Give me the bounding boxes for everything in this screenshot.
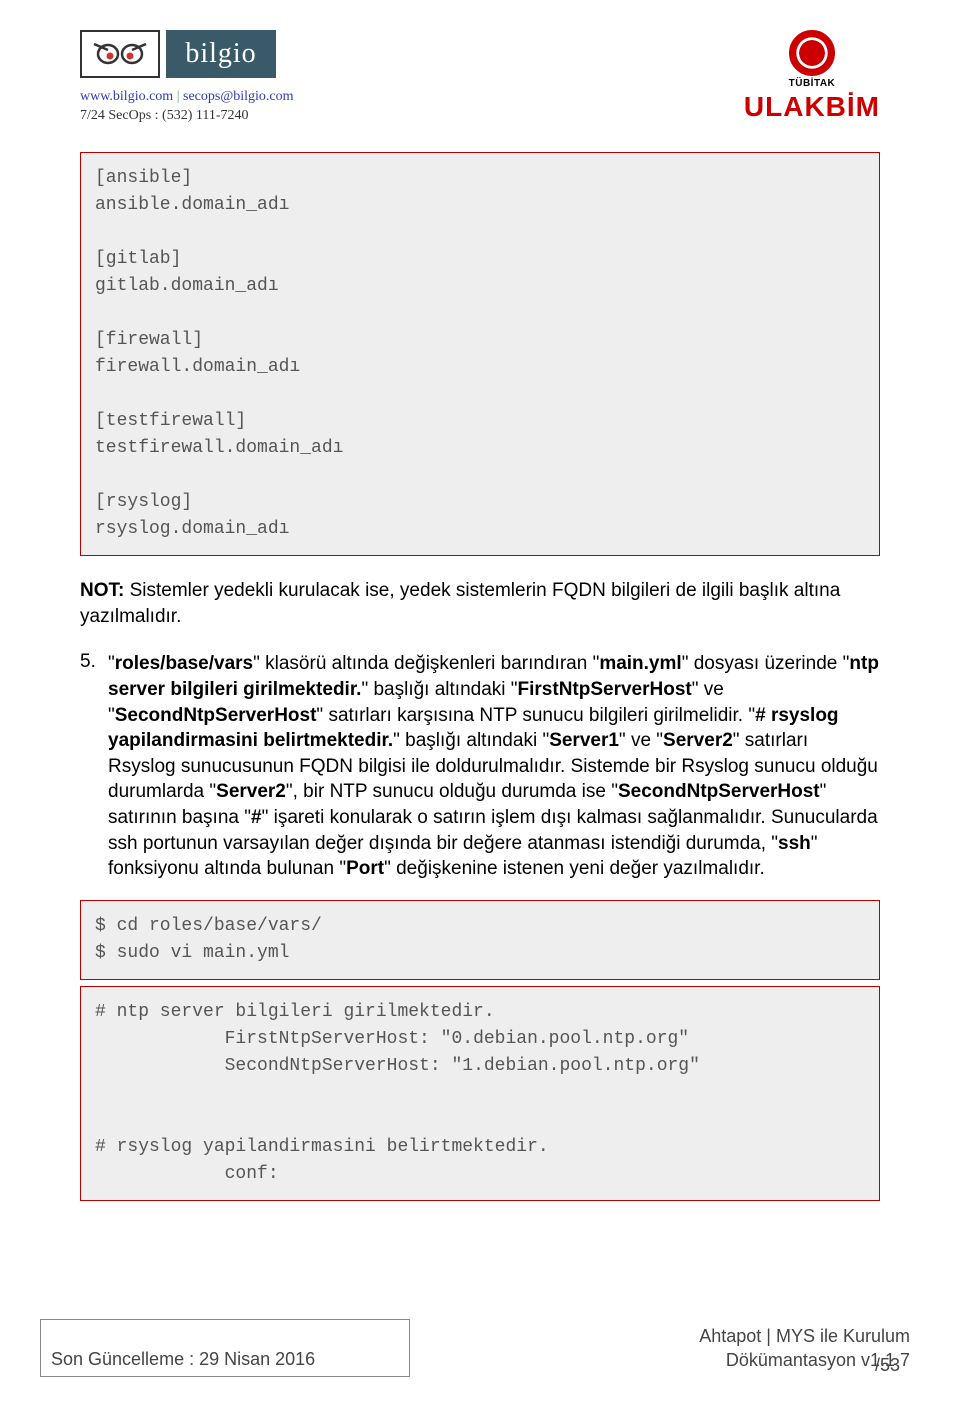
contact-email: secops@bilgio.com — [183, 89, 294, 104]
note-paragraph: NOT: Sistemler yedekli kurulacak ise, ye… — [80, 578, 880, 629]
item-body: "roles/base/vars" klasörü altında değişk… — [108, 651, 880, 882]
footer-right-line1: Ahtapot | MYS ile Kurulum — [699, 1325, 910, 1348]
page-fraction: /53 — [875, 1355, 900, 1376]
header-left: bilgio www.bilgio.com | secops@bilgio.co… — [80, 30, 294, 124]
contact-sep: | — [173, 89, 183, 104]
secops-line: 7/24 SecOps : (532) 111-7240 — [80, 108, 294, 124]
footer-row: Son Güncelleme : 29 Nisan 2016 Ahtapot |… — [0, 1319, 960, 1378]
footer-date: Son Güncelleme : 29 Nisan 2016 — [51, 1349, 315, 1370]
page-content: [ansible] ansible.domain_adı [gitlab] gi… — [0, 152, 960, 1201]
code-block-mainyml: # ntp server bilgileri girilmektedir. Fi… — [80, 986, 880, 1201]
note-text: Sistemler yedekli kurulacak ise, yedek s… — [80, 580, 840, 627]
note-label: NOT: — [80, 580, 124, 601]
contact-url: www.bilgio.com — [80, 89, 173, 104]
page-footer: Son Güncelleme : 29 Nisan 2016 Ahtapot |… — [0, 1319, 960, 1378]
tubitak-label: TÜBİTAK — [789, 78, 836, 89]
code-block-hosts: [ansible] ansible.domain_adı [gitlab] gi… — [80, 152, 880, 556]
footer-left: Son Güncelleme : 29 Nisan 2016 — [40, 1319, 410, 1377]
code-block-commands: $ cd roles/base/vars/ $ sudo vi main.yml — [80, 900, 880, 980]
contact-line: www.bilgio.com | secops@bilgio.com — [80, 89, 294, 105]
bilgio-logo: bilgio — [166, 30, 276, 78]
list-item-5: 5. "roles/base/vars" klasörü altında değ… — [80, 651, 880, 882]
logo-row: bilgio — [80, 30, 294, 78]
ulakbim-logo-text: ULAKBİM — [744, 91, 880, 123]
ulakbim-text: ULAKBİM — [744, 91, 880, 122]
page-header: bilgio www.bilgio.com | secops@bilgio.co… — [0, 0, 960, 134]
owl-logo-icon — [80, 30, 160, 78]
item-number: 5. — [80, 651, 108, 673]
header-right: TÜBİTAK ULAKBİM — [744, 30, 880, 124]
bilgio-logo-text: bilgio — [185, 38, 256, 70]
tubitak-emblem-icon — [789, 30, 835, 76]
